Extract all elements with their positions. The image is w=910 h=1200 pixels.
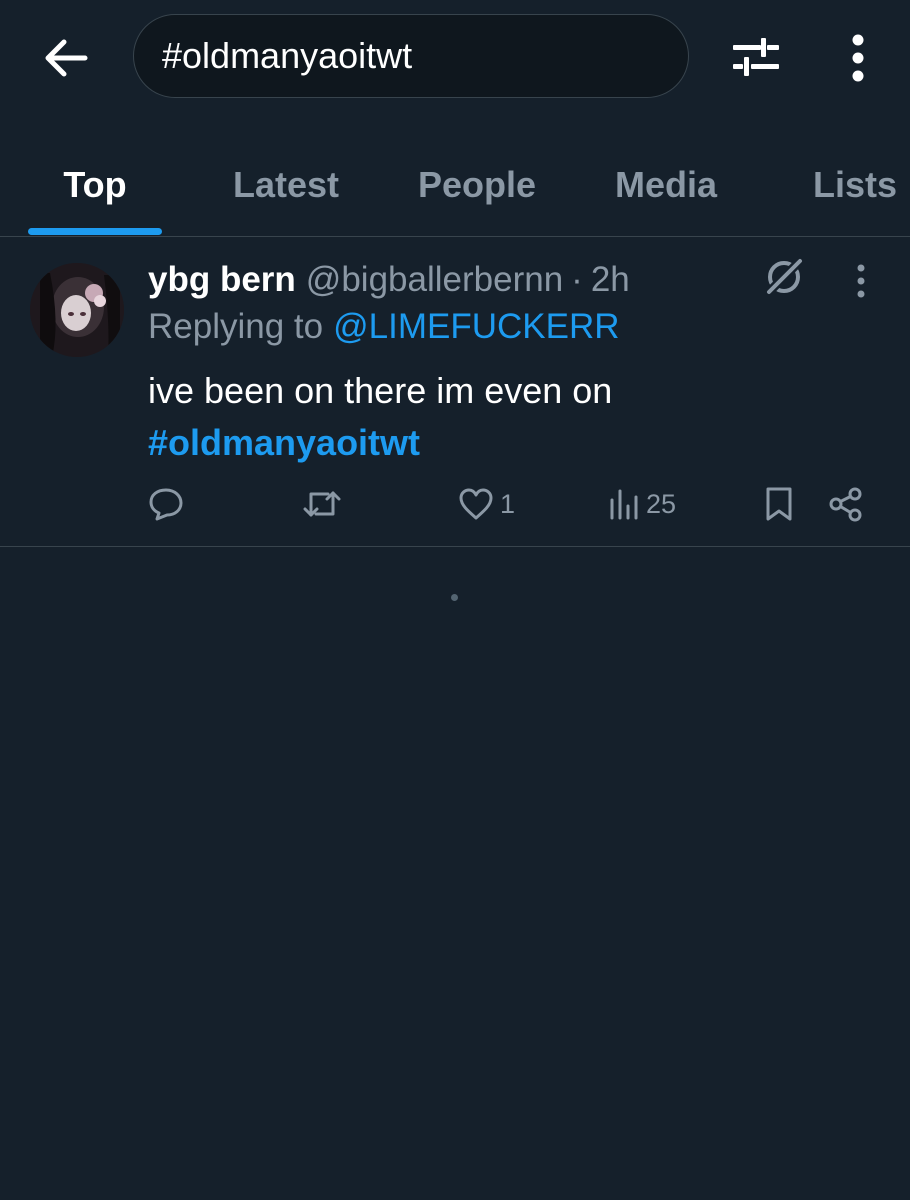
views-count: 25 bbox=[646, 488, 677, 519]
share-icon bbox=[829, 487, 862, 522]
grok-button[interactable] bbox=[762, 255, 806, 299]
back-button[interactable] bbox=[40, 32, 92, 84]
like-count: 1 bbox=[500, 488, 516, 519]
tab-latest[interactable]: Latest bbox=[210, 140, 362, 230]
tweet-body: ive been on there im even on bbox=[148, 370, 613, 411]
tweet-time[interactable]: 2h bbox=[591, 260, 630, 300]
like-button[interactable]: 1 bbox=[458, 481, 515, 527]
retweet-button[interactable] bbox=[302, 481, 342, 527]
author-handle[interactable]: @bigballerbernn bbox=[306, 260, 563, 300]
author-name[interactable]: ybg bern bbox=[148, 260, 296, 300]
more-options-button[interactable] bbox=[838, 30, 878, 86]
search-tabs: Top Latest People Media Lists bbox=[0, 140, 910, 236]
views-button[interactable]: 25 bbox=[608, 481, 676, 527]
tab-lists[interactable]: Lists bbox=[800, 140, 910, 230]
share-button[interactable] bbox=[828, 481, 864, 527]
tweet-actions: 1 25 bbox=[0, 481, 910, 527]
tab-media[interactable]: Media bbox=[592, 140, 740, 230]
active-tab-indicator bbox=[28, 228, 162, 235]
tab-people[interactable]: People bbox=[400, 140, 554, 230]
back-arrow-icon bbox=[45, 39, 88, 77]
replying-to-line: Replying to @LIMEFUCKERR bbox=[148, 307, 620, 347]
search-input[interactable] bbox=[162, 15, 662, 97]
reply-icon bbox=[149, 488, 183, 521]
bookmark-icon bbox=[766, 487, 792, 521]
top-bar bbox=[0, 0, 910, 120]
avatar[interactable] bbox=[30, 263, 124, 357]
tweet[interactable]: ybg bern @bigballerbernn · 2h Replying t… bbox=[0, 237, 910, 546]
search-filter-button[interactable] bbox=[730, 34, 782, 80]
hashtag-link[interactable]: #oldmanyaoitwt bbox=[148, 417, 868, 469]
bookmark-button[interactable] bbox=[764, 481, 794, 527]
reply-button[interactable] bbox=[148, 481, 184, 527]
search-box[interactable] bbox=[133, 14, 689, 98]
retweet-icon bbox=[303, 491, 341, 517]
more-vertical-icon bbox=[852, 34, 864, 82]
tweet-more-button[interactable] bbox=[846, 259, 876, 303]
tab-top[interactable]: Top bbox=[28, 140, 162, 230]
grok-icon bbox=[763, 256, 805, 298]
loading-indicator bbox=[451, 594, 458, 601]
replying-to-label: Replying to bbox=[148, 307, 324, 346]
more-vertical-icon bbox=[857, 264, 865, 298]
views-chart-icon bbox=[610, 489, 638, 520]
avatar-image bbox=[30, 263, 124, 357]
header-separator: · bbox=[571, 260, 583, 299]
tweet-header: ybg bern @bigballerbernn · 2h bbox=[148, 255, 630, 305]
filter-sliders-icon bbox=[733, 38, 779, 76]
tweet-divider bbox=[0, 546, 910, 547]
replying-to-user-link[interactable]: @LIMEFUCKERR bbox=[333, 307, 619, 346]
tweet-text: ive been on there im even on #oldmanyaoi… bbox=[148, 365, 868, 469]
heart-icon bbox=[459, 488, 493, 520]
